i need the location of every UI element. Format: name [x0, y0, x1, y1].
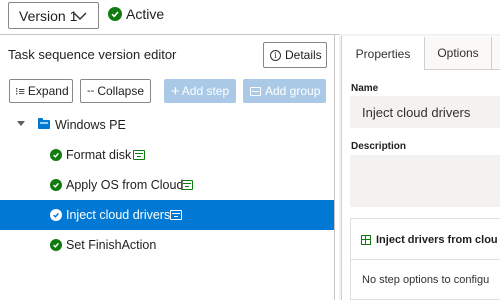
status-label: Active — [126, 6, 165, 22]
editor-title: Task sequence version editor — [8, 47, 177, 62]
checkmark-circle-icon — [108, 7, 122, 21]
tab-options[interactable]: Options — [424, 37, 491, 70]
name-field[interactable] — [350, 96, 500, 128]
checkmark-circle-icon — [50, 149, 62, 161]
caret-down-icon[interactable] — [17, 121, 25, 126]
version-dropdown-label: Version 1 — [19, 7, 78, 24]
description-field-label: Description — [351, 141, 407, 152]
tree-step-label: Format disk — [66, 148, 132, 162]
step-options-heading-label: Inject drivers from clou — [376, 234, 498, 246]
version-dropdown[interactable]: Version 1 — [8, 2, 99, 29]
description-field[interactable] — [350, 155, 500, 207]
collapse-icon: ‐‐ — [87, 85, 95, 97]
expand-button-label: Expand — [27, 84, 69, 98]
name-field-label: Name — [351, 83, 379, 94]
checkmark-circle-icon — [50, 179, 62, 191]
step-options-icon — [361, 235, 371, 245]
tree-step-format-disk[interactable]: Format disk — [0, 140, 334, 170]
tab-label: Options — [437, 46, 479, 60]
collapse-button[interactable]: ‐‐ Collapse — [80, 79, 151, 103]
status-badge: Active — [108, 6, 164, 22]
step-options-heading: Inject drivers from clou — [361, 234, 498, 246]
tree-step-apply-os[interactable]: Apply OS from Cloud — [0, 170, 334, 200]
details-button[interactable]: i Details — [263, 42, 327, 68]
tree-step-label: Set FinishAction — [66, 238, 157, 252]
add-group-button[interactable]: Add group — [243, 79, 326, 103]
step-options-divider — [351, 259, 500, 260]
checkmark-circle-icon — [50, 239, 62, 251]
tab-properties[interactable]: Properties — [342, 37, 424, 70]
info-icon: i — [270, 49, 281, 61]
tree-group-label: Windows PE — [55, 118, 126, 132]
step-options-text: No step options to configu — [362, 274, 490, 286]
add-step-button[interactable]: + Add step — [164, 79, 236, 103]
tab-overflow[interactable] — [491, 37, 500, 70]
group-icon — [250, 86, 261, 96]
add-step-button-label: Add step — [181, 84, 230, 98]
step-type-icon — [181, 180, 193, 190]
step-type-icon — [170, 210, 182, 220]
step-type-icon — [133, 150, 145, 160]
tree-step-label: Apply OS from Cloud — [66, 178, 184, 192]
details-button-label: Details — [285, 48, 322, 62]
tree-step-inject-cloud-drivers[interactable]: Inject cloud drivers — [0, 200, 334, 230]
folder-icon — [38, 118, 50, 129]
expand-button[interactable]: ⁝≡ Expand — [9, 79, 73, 103]
tree-group-windows-pe[interactable]: Windows PE — [0, 110, 334, 140]
chevron-down-icon — [73, 12, 87, 20]
add-group-button-label: Add group — [265, 84, 321, 98]
collapse-button-label: Collapse — [97, 84, 145, 98]
tree-step-set-finish-action[interactable]: Set FinishAction — [0, 230, 334, 260]
checkmark-circle-icon — [50, 209, 62, 221]
expand-icon: ⁝≡ — [15, 85, 25, 98]
tab-label: Properties — [355, 46, 411, 61]
plus-icon: + — [171, 82, 180, 100]
tree-step-label: Inject cloud drivers — [66, 208, 171, 222]
pane-divider[interactable] — [334, 34, 335, 300]
